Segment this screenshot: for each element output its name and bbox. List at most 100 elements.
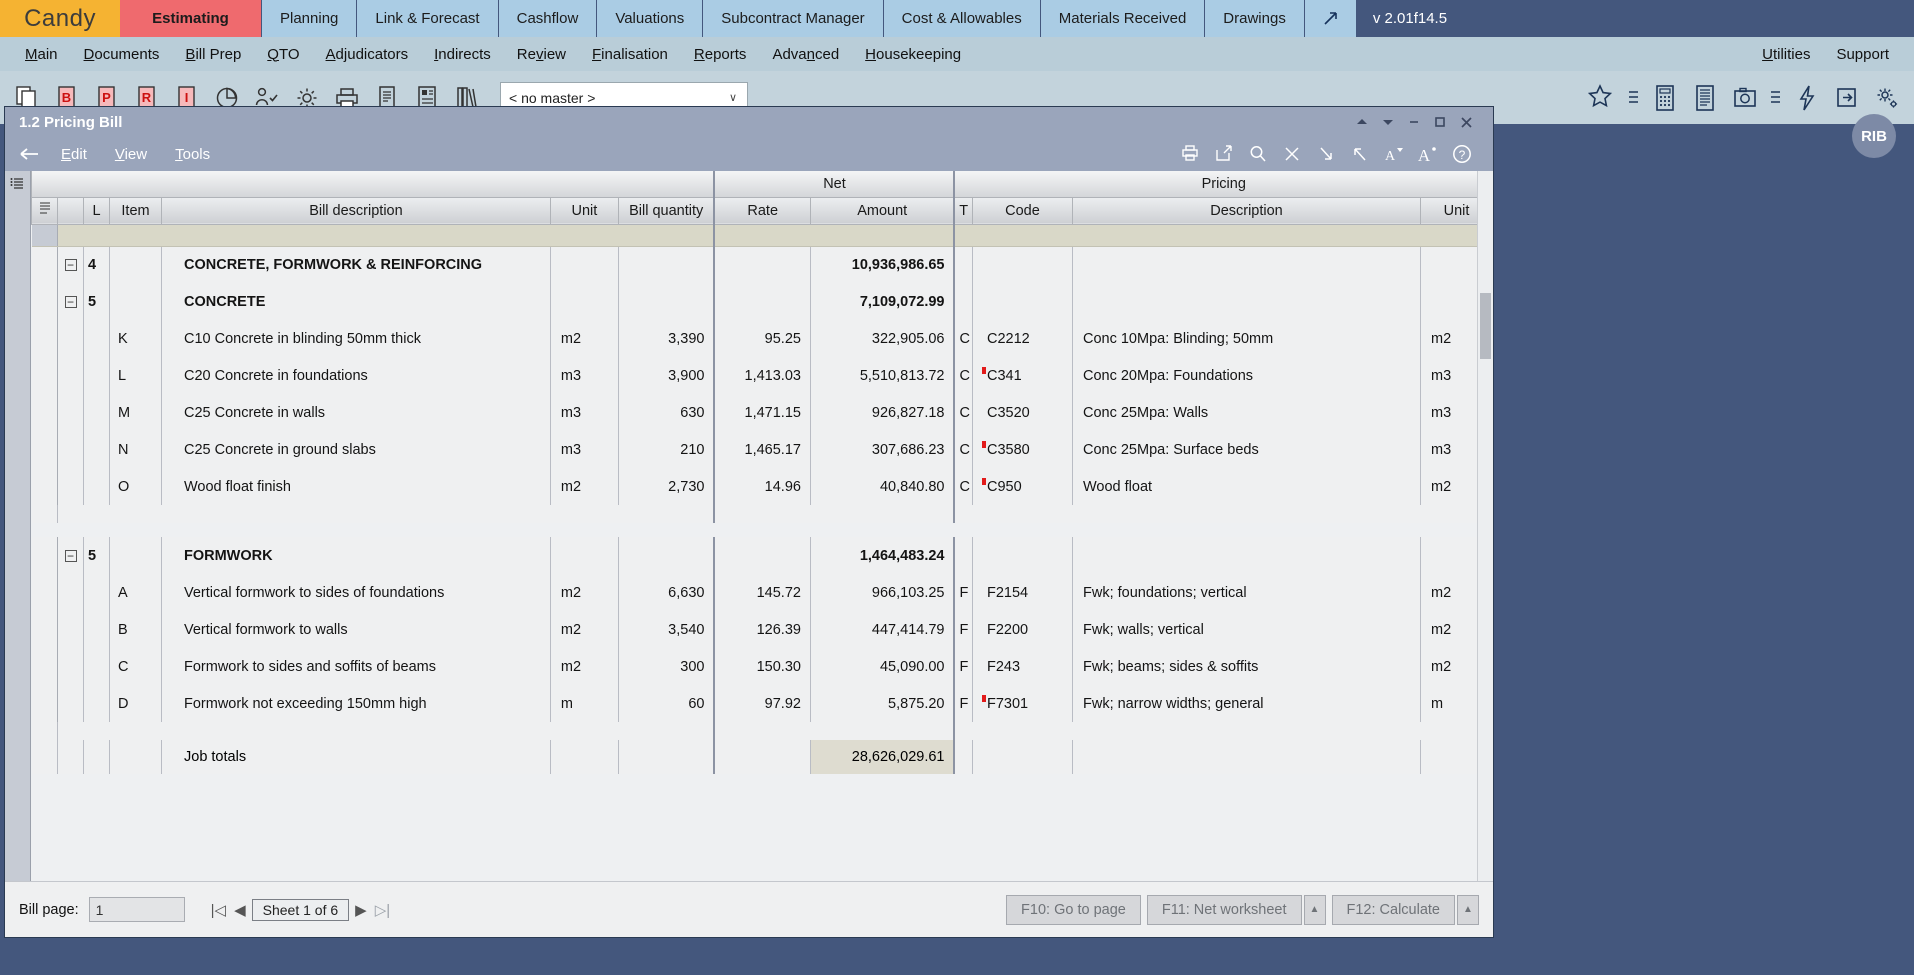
f11-net-worksheet-button[interactable]: F11: Net worksheet (1146, 894, 1302, 925)
close-icon[interactable] (1453, 107, 1479, 137)
col-header-bill-quantity[interactable]: Bill quantity (617, 196, 715, 225)
col-header-net-rate[interactable]: Rate (713, 196, 811, 225)
lightning-icon[interactable] (1788, 77, 1826, 119)
table-row[interactable]: M C25 Concrete in walls m3 630 1,471.15 … (31, 394, 1493, 431)
row-gutter[interactable] (31, 611, 58, 648)
col-header-unit[interactable]: Unit (549, 196, 619, 225)
row-gutter[interactable] (31, 283, 58, 320)
scroll-up-icon[interactable] (1349, 107, 1375, 137)
table-row[interactable]: − 5 FORMWORK 1,464,483.24 (31, 537, 1493, 574)
f10-go-to-page-button[interactable]: F10: Go to page (1006, 894, 1141, 925)
vertical-scrollbar-thumb[interactable] (1480, 293, 1491, 359)
menu-advanced[interactable]: Advanced (759, 46, 852, 63)
arrow-up-left-icon[interactable] (1343, 139, 1377, 169)
tab-estimating[interactable]: Estimating (120, 0, 262, 37)
font-decrease-icon[interactable]: A (1377, 139, 1411, 169)
expand-toggle[interactable]: − (57, 283, 84, 320)
menu-reports[interactable]: Reports (681, 46, 760, 63)
menu-qto[interactable]: QTO (254, 46, 312, 63)
menu-support[interactable]: Support (1823, 46, 1902, 63)
window-menu-edit[interactable]: Edit (47, 146, 101, 163)
minimize-icon[interactable] (1401, 107, 1427, 137)
tab-cost-allowables[interactable]: Cost & Allowables (883, 0, 1041, 37)
tab-drawings[interactable]: Drawings (1205, 0, 1305, 37)
register-icon[interactable] (1686, 77, 1724, 119)
row-gutter[interactable] (31, 357, 58, 394)
avatar[interactable]: RIB (1852, 114, 1896, 158)
bill-page-input[interactable]: 1 (88, 897, 185, 922)
scroll-down-icon[interactable] (1375, 107, 1401, 137)
menu-housekeeping[interactable]: Housekeeping (852, 46, 974, 63)
calculator-icon[interactable] (1646, 77, 1684, 119)
menu-documents[interactable]: Documents (71, 46, 173, 63)
tab-subcontract-manager[interactable]: Subcontract Manager (703, 0, 884, 37)
table-row[interactable]: − 4 CONCRETE, FORMWORK & REINFORCING 10,… (31, 246, 1493, 283)
table-row[interactable]: B Vertical formwork to walls m2 3,540 12… (31, 611, 1493, 648)
tab-cashflow[interactable]: Cashflow (498, 0, 598, 37)
table-row[interactable]: C Formwork to sides and soffits of beams… (31, 648, 1493, 685)
footer-spinner-up[interactable]: ▲ (1303, 894, 1326, 925)
camera-list-icon[interactable] (1766, 77, 1786, 119)
table-row[interactable]: D Formwork not exceeding 150mm high m 60… (31, 685, 1493, 722)
table-row[interactable]: − 5 CONCRETE 7,109,072.99 (31, 283, 1493, 320)
nav-last-button[interactable]: ▷| (373, 901, 392, 919)
star-list-icon[interactable] (1624, 77, 1644, 119)
menu-indirects[interactable]: Indirects (421, 46, 504, 63)
row-gutter[interactable] (31, 648, 58, 685)
export-icon[interactable] (1828, 77, 1866, 119)
row-gutter[interactable] (31, 574, 58, 611)
row-gutter[interactable] (31, 320, 58, 357)
tab-materials-received[interactable]: Materials Received (1040, 0, 1206, 37)
menu-adjudicators[interactable]: Adjudicators (313, 46, 422, 63)
menu-finalisation[interactable]: Finalisation (579, 46, 681, 63)
row-gutter[interactable] (31, 537, 58, 574)
table-row[interactable]: O Wood float finish m2 2,730 14.96 40,84… (31, 468, 1493, 505)
table-row[interactable]: A Vertical formwork to sides of foundati… (31, 574, 1493, 611)
row-gutter[interactable] (31, 394, 58, 431)
menu-utilities[interactable]: Utilities (1749, 46, 1823, 63)
print-icon[interactable] (1173, 139, 1207, 169)
col-header-item[interactable]: Item (109, 196, 162, 225)
sheet-indicator[interactable]: Sheet 1 of 6 (251, 898, 350, 921)
close-x-icon[interactable] (1275, 139, 1309, 169)
col-header-pricing-description[interactable]: Description (1071, 196, 1421, 225)
font-increase-icon[interactable]: A (1411, 139, 1445, 169)
search-icon[interactable] (1241, 139, 1275, 169)
row-gutter[interactable] (31, 246, 58, 283)
expand-toggle[interactable]: − (57, 246, 84, 283)
nav-prev-button[interactable]: ◀ (232, 901, 248, 919)
camera-icon[interactable] (1726, 77, 1764, 119)
window-menu-view[interactable]: View (101, 146, 161, 163)
menu-main[interactable]: Main (12, 46, 71, 63)
col-header-l[interactable]: L (83, 196, 110, 225)
nav-next-button[interactable]: ▶ (353, 901, 369, 919)
tab-link-forecast[interactable]: Link & Forecast (357, 0, 499, 37)
table-row[interactable]: K C10 Concrete in blinding 50mm thick m2… (31, 320, 1493, 357)
expand-toggle[interactable]: − (57, 537, 84, 574)
vertical-scrollbar[interactable] (1477, 171, 1493, 881)
export-icon[interactable] (1207, 139, 1241, 169)
arrow-down-right-icon[interactable] (1309, 139, 1343, 169)
back-arrow-icon[interactable] (13, 139, 47, 169)
help-icon[interactable]: ? (1445, 139, 1479, 169)
row-gutter[interactable] (31, 431, 58, 468)
col-header-bill-description[interactable]: Bill description (161, 196, 551, 225)
tab-valuations[interactable]: Valuations (597, 0, 704, 37)
table-row[interactable]: N C25 Concrete in ground slabs m3 210 1,… (31, 431, 1493, 468)
table-row[interactable]: L C20 Concrete in foundations m3 3,900 1… (31, 357, 1493, 394)
menu-bill-prep[interactable]: Bill Prep (172, 46, 254, 63)
maximize-icon[interactable] (1427, 107, 1453, 137)
col-header-t[interactable]: T (953, 196, 973, 225)
settings-gear-icon[interactable] (1868, 77, 1906, 119)
expand-icon[interactable] (1304, 0, 1357, 37)
col-header-code[interactable]: Code (971, 196, 1073, 225)
footer-spinner-down[interactable]: ▲ (1457, 894, 1479, 925)
menu-review[interactable]: Review (504, 46, 579, 63)
tab-planning[interactable]: Planning (262, 0, 358, 37)
star-icon[interactable] (1584, 77, 1622, 119)
window-menu-tools[interactable]: Tools (161, 146, 224, 163)
nav-first-button[interactable]: |◁ (209, 901, 228, 919)
row-gutter[interactable] (31, 468, 58, 505)
f12-calculate-button[interactable]: F12: Calculate (1331, 894, 1455, 925)
row-header-column[interactable] (5, 171, 31, 881)
